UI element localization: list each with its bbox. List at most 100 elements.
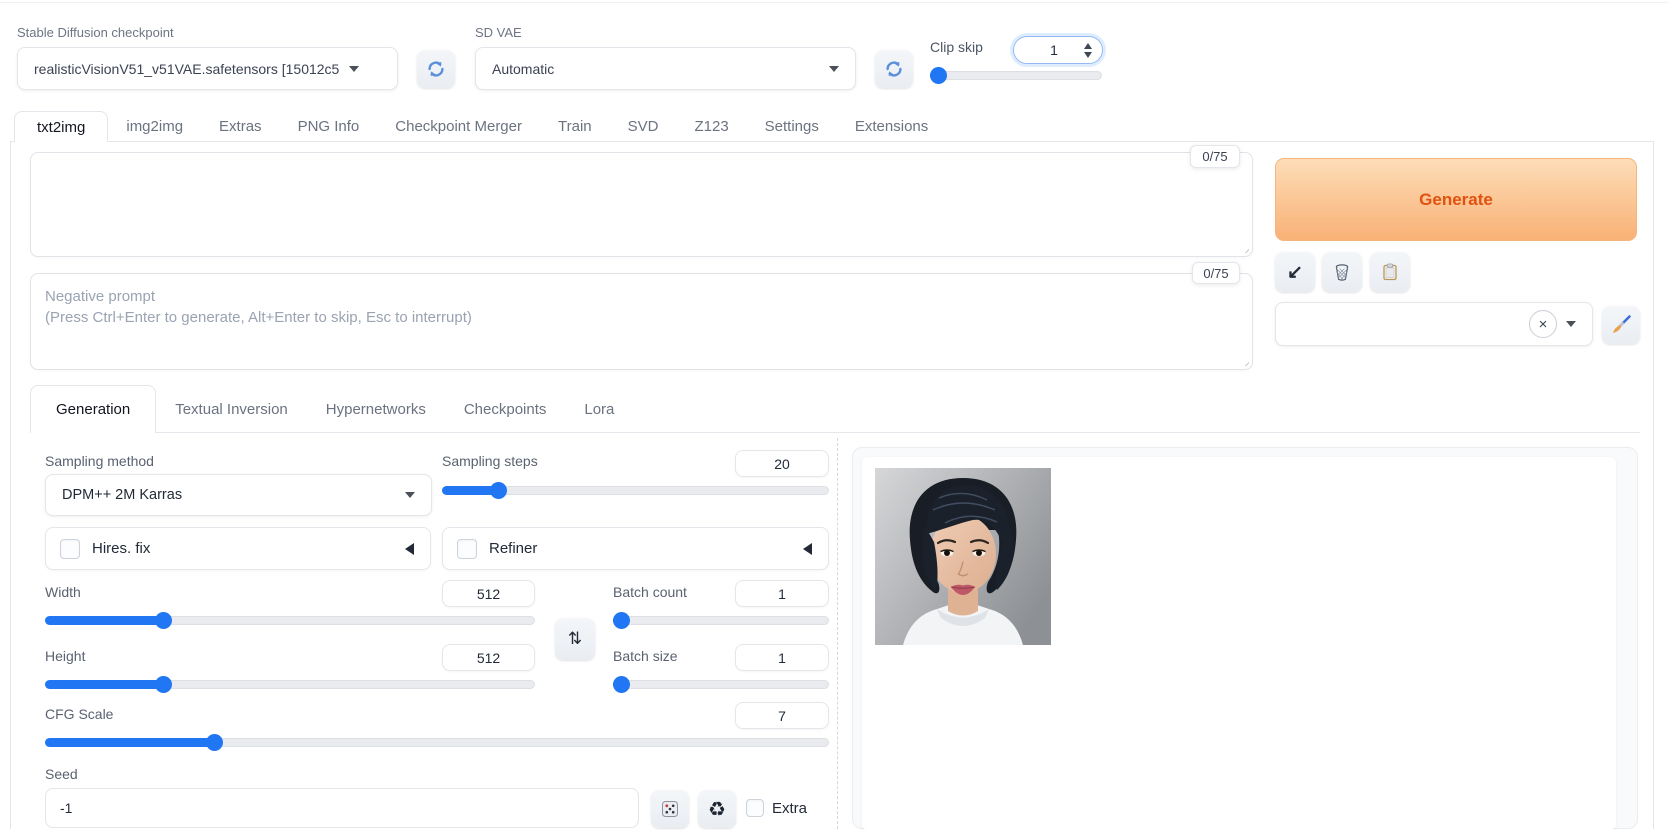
tab-txt2img[interactable]: txt2img bbox=[14, 111, 108, 142]
width-label: Width bbox=[45, 584, 81, 600]
slider-knob[interactable] bbox=[613, 612, 630, 629]
sampling-steps-slider[interactable] bbox=[442, 482, 829, 499]
tab-z123[interactable]: Z123 bbox=[676, 118, 746, 135]
generation-sub-tabs: GenerationTextual InversionHypernetworks… bbox=[30, 385, 633, 433]
slider-fill bbox=[45, 616, 163, 625]
refiner-checkbox[interactable] bbox=[457, 539, 477, 559]
seed-value: -1 bbox=[60, 800, 72, 816]
arrow-down-left-icon: ↙ bbox=[1287, 261, 1303, 284]
tab-train[interactable]: Train bbox=[540, 118, 610, 135]
height-slider[interactable] bbox=[45, 676, 535, 693]
random-seed-button[interactable] bbox=[651, 790, 689, 828]
generate-button[interactable]: Generate bbox=[1275, 158, 1637, 241]
slider-knob[interactable] bbox=[206, 734, 223, 751]
extra-seed-label: Extra bbox=[772, 800, 807, 817]
height-value[interactable]: 512 bbox=[442, 644, 535, 671]
accordion-collapse-icon bbox=[803, 543, 812, 555]
resize-handle[interactable] bbox=[1239, 356, 1249, 366]
clipboard-icon bbox=[1380, 262, 1400, 282]
tab-textual-inversion[interactable]: Textual Inversion bbox=[156, 401, 307, 418]
tab-generation[interactable]: Generation bbox=[30, 385, 156, 433]
spinner-down-icon bbox=[1084, 52, 1092, 58]
batch-count-slider[interactable] bbox=[613, 612, 829, 629]
main-tabs: txt2imgimg2imgExtrasPNG InfoCheckpoint M… bbox=[14, 111, 946, 142]
width-slider[interactable] bbox=[45, 612, 535, 629]
clear-selection-icon[interactable]: × bbox=[1529, 310, 1557, 338]
cfg-scale-value[interactable]: 7 bbox=[735, 702, 829, 729]
generated-image[interactable] bbox=[875, 468, 1051, 645]
refresh-icon bbox=[883, 58, 905, 80]
tab-checkpoint-merger[interactable]: Checkpoint Merger bbox=[377, 118, 540, 135]
refresh-icon bbox=[425, 58, 447, 80]
batch-count-value[interactable]: 1 bbox=[735, 580, 829, 607]
extra-seed-checkbox[interactable] bbox=[746, 799, 764, 817]
negative-prompt-input[interactable]: Negative prompt (Press Ctrl+Enter to gen… bbox=[30, 273, 1253, 370]
chevron-down-icon bbox=[1566, 321, 1576, 327]
sampling-method-value: DPM++ 2M Karras bbox=[62, 487, 182, 503]
slider-knob[interactable] bbox=[930, 67, 947, 84]
tab-img2img[interactable]: img2img bbox=[108, 118, 201, 135]
gallery-canvas bbox=[862, 457, 1616, 830]
sampling-method-dropdown[interactable]: DPM++ 2M Karras bbox=[45, 474, 432, 516]
refresh-vae-button[interactable] bbox=[875, 50, 913, 88]
slider-knob[interactable] bbox=[613, 676, 630, 693]
cfg-scale-label: CFG Scale bbox=[45, 706, 113, 722]
hires-fix-accordion[interactable]: Hires. fix bbox=[45, 527, 431, 570]
tab-extras[interactable]: Extras bbox=[201, 118, 280, 135]
refresh-checkpoint-button[interactable] bbox=[417, 50, 455, 88]
tab-content-top-border bbox=[10, 141, 1654, 142]
number-spinner[interactable] bbox=[1084, 43, 1092, 58]
vae-label: SD VAE bbox=[475, 25, 522, 40]
tab-png-info[interactable]: PNG Info bbox=[280, 118, 378, 135]
styles-dropdown[interactable]: × bbox=[1275, 302, 1593, 346]
recycle-icon: ♻ bbox=[708, 797, 726, 822]
negative-prompt-placeholder: Negative prompt (Press Ctrl+Enter to gen… bbox=[31, 274, 1252, 340]
slider-track bbox=[613, 616, 829, 625]
tab-content-right-border bbox=[1653, 141, 1654, 829]
vae-dropdown[interactable]: Automatic bbox=[475, 47, 856, 90]
hires-fix-checkbox[interactable] bbox=[60, 539, 80, 559]
batch-size-value[interactable]: 1 bbox=[735, 644, 829, 671]
accordion-collapse-icon bbox=[405, 543, 414, 555]
width-value[interactable]: 512 bbox=[442, 580, 535, 607]
checkpoint-label: Stable Diffusion checkpoint bbox=[17, 25, 174, 40]
seed-input[interactable]: -1 bbox=[45, 788, 639, 828]
paste-generation-params-button[interactable]: ↙ bbox=[1275, 252, 1315, 292]
seed-label: Seed bbox=[45, 766, 78, 782]
tab-hypernetworks[interactable]: Hypernetworks bbox=[307, 401, 445, 418]
checkpoint-dropdown[interactable]: realisticVisionV51_v51VAE.safetensors [1… bbox=[17, 47, 398, 90]
sampling-steps-value[interactable]: 20 bbox=[735, 450, 829, 477]
edit-styles-button[interactable] bbox=[1602, 306, 1640, 344]
result-gallery bbox=[852, 447, 1638, 829]
slider-fill bbox=[45, 738, 214, 747]
tab-checkpoints[interactable]: Checkpoints bbox=[445, 401, 566, 418]
tab-settings[interactable]: Settings bbox=[747, 118, 837, 135]
swap-arrows-icon: ⇅ bbox=[568, 629, 582, 649]
prompt-input[interactable] bbox=[30, 152, 1253, 257]
clip-skip-input[interactable]: 1 bbox=[1013, 36, 1103, 64]
slider-knob[interactable] bbox=[155, 612, 172, 629]
resize-handle[interactable] bbox=[1239, 243, 1249, 253]
tab-content-left-border bbox=[10, 141, 11, 829]
slider-track bbox=[930, 71, 1102, 80]
sampling-method-label: Sampling method bbox=[45, 453, 154, 469]
cfg-scale-slider[interactable] bbox=[45, 734, 829, 751]
batch-count-label: Batch count bbox=[613, 584, 687, 600]
placeholder-line: (Press Ctrl+Enter to generate, Alt+Enter… bbox=[45, 307, 1238, 328]
clear-prompt-button[interactable] bbox=[1322, 252, 1362, 292]
reuse-seed-button[interactable]: ♻ bbox=[698, 790, 736, 828]
styles-controls: × bbox=[1529, 310, 1576, 338]
tab-svd[interactable]: SVD bbox=[610, 118, 677, 135]
apply-styles-button[interactable] bbox=[1370, 252, 1410, 292]
clip-skip-label: Clip skip bbox=[930, 39, 983, 55]
slider-knob[interactable] bbox=[490, 482, 507, 499]
batch-size-slider[interactable] bbox=[613, 676, 829, 693]
tab-lora[interactable]: Lora bbox=[565, 401, 633, 418]
slider-knob[interactable] bbox=[155, 676, 172, 693]
refiner-label: Refiner bbox=[489, 540, 537, 557]
tab-extensions[interactable]: Extensions bbox=[837, 118, 946, 135]
column-divider bbox=[837, 438, 838, 829]
swap-dimensions-button[interactable]: ⇅ bbox=[555, 618, 595, 660]
clip-skip-slider[interactable] bbox=[930, 67, 1102, 84]
refiner-accordion[interactable]: Refiner bbox=[442, 527, 829, 570]
